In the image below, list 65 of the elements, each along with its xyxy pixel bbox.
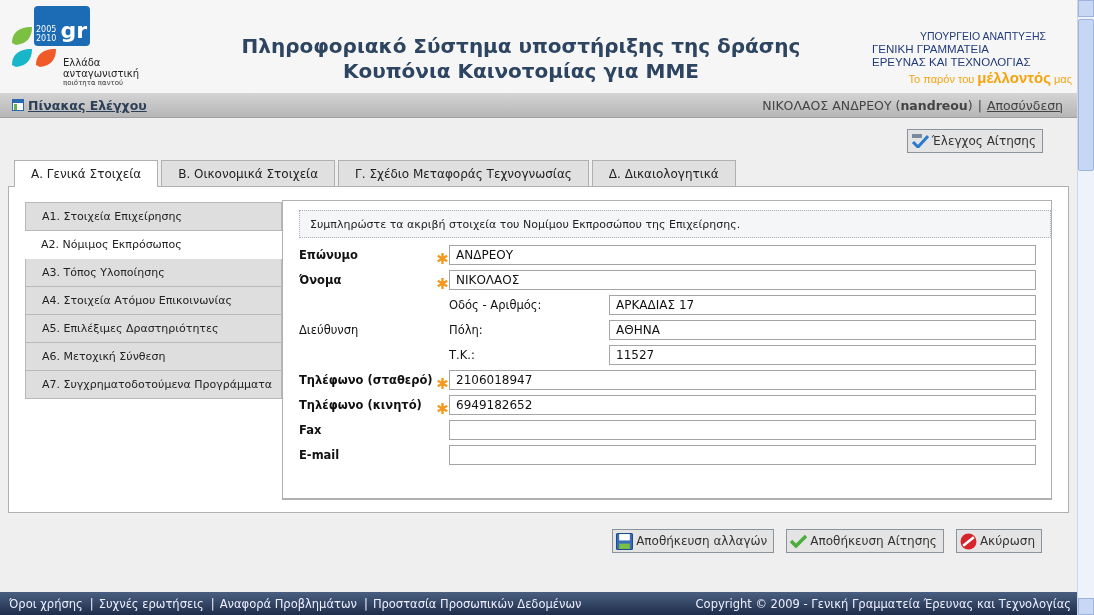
sidebar-item[interactable]: Α1. Στοιχεία Επιχείρησης [25,202,282,231]
checkmark-icon [790,534,808,548]
field-label: E-mail [299,448,341,462]
field-label: Όνομα [299,273,343,287]
text-field[interactable] [449,420,1036,440]
action-button[interactable]: Ακύρωση [955,529,1042,553]
footer-link[interactable]: Προστασία Προσωπικών Δεδομένων [372,596,582,611]
field-label: Διεύθυνση [299,323,360,337]
text-field[interactable] [449,445,1036,465]
check-application-button[interactable]: Έλεγχος Αίτησης [906,129,1043,153]
site-title: Κουπόνια Καινοτομίας για ΜΜΕ [343,59,699,84]
footer-link[interactable]: Όροι χρήσης [9,596,83,611]
text-field[interactable]: ΑΘΗΝΑ [609,320,1036,340]
logo-text: Ελλάδα [63,57,102,68]
sidebar-item[interactable]: Α4. Στοιχεία Ατόμου Επικοινωνίας [25,287,282,315]
site-title: Πληροφοριακό Σύστημα υποστήριξης της δράσης [241,34,801,59]
copyright-text: Copyright © 2009 - Γενική Γραμματεία Έρευνας και Τεχνολογίας [695,596,1071,611]
ministry-name: ΕΡΕΥΝΑΣ ΚΑΙ ΤΕΧΝΟΛΟΓΙΑΣ [872,56,1031,69]
sidebar-item[interactable]: Α7. Συγχρηματοδοτούμενα Προγράμματα [25,371,282,399]
sidebar-item[interactable]: Α6. Μετοχική Σύνθεση [25,343,282,371]
logo-mark-text: gr [60,19,87,43]
motto: Το παρόν του μέλλοντός μας [908,71,1072,86]
footer-link[interactable]: Συχνές ερωτήσεις [98,596,204,611]
ministry-name: ΥΠΟΥΡΓΕΙΟ ΑΝΑΠΤΥΞΗΣ [919,30,1047,43]
instructions-text: Συμπληρώστε τα ακριβή στοιχεία του Νομίμου Εκπροσώπου της Επιχείρησης. [299,210,1051,238]
text-field[interactable]: ΑΡΚΑΔΙΑΣ 17 [609,295,1036,315]
field-label: Fax [299,423,323,437]
separator-text: | [364,596,368,611]
field-label: Πόλη: [449,323,484,337]
tab[interactable]: Α. Γενικά Στοιχεία [14,160,159,187]
logout-link[interactable]: Αποσύνδεση [986,97,1063,113]
field-label: Οδός - Αριθμός: [449,298,543,312]
required-icon [437,402,448,414]
panel-icon [12,99,24,111]
required-icon [437,252,448,264]
separator-text: | [977,97,982,113]
text-field[interactable]: 2106018947 [449,370,1036,390]
text-field[interactable]: 11527 [609,345,1036,365]
logo-years: 2005 2010 [36,25,57,43]
cancel-icon [959,532,977,550]
required-icon [437,377,448,389]
dashboard-link[interactable]: Πίνακας Ελέγχου [12,97,147,113]
logo-text: ανταγωνιστική [63,68,140,79]
sidebar-item[interactable]: Α5. Επιλέξιμες Δραστηριότητες [25,315,282,343]
user-name: ΝΙΚΟΛΑΟΣ ΑΝΔΡΕΟΥ (nandreou) [762,97,973,113]
spellcheck-icon [910,134,929,148]
tab[interactable]: Β. Οικονομικά Στοιχεία [161,160,336,186]
separator-text: | [210,596,215,611]
text-field[interactable]: 6949182652 [449,395,1036,415]
tab[interactable]: Δ. Δικαιολογητικά [591,160,736,186]
text-field[interactable]: ΝΙΚΟΛΑΟΣ [449,270,1036,290]
field-label: Τηλέφωνο (σταθερό) [299,373,434,387]
footer-link[interactable]: Αναφορά Προβλημάτων [219,596,357,611]
field-label: Επώνυμο [299,248,359,262]
action-button[interactable]: Αποθήκευση Αίτησης [786,529,944,553]
scrollbar[interactable] [1077,0,1094,615]
required-icon [437,277,448,289]
ministry-name: ΓΕΝΙΚΗ ΓΡΑΜΜΑΤΕΙΑ [872,43,990,56]
field-label: Τ.Κ.: [449,348,476,362]
tab[interactable]: Γ. Σχέδιο Μεταφοράς Τεχνογνωσίας [338,160,589,186]
action-button[interactable]: Αποθήκευση αλλαγών [612,529,775,553]
separator-text: | [89,596,94,611]
sidebar-item[interactable]: Α3. Τόπος Υλοποίησης [25,259,282,287]
field-label: Τηλέφωνο (κινητό) [299,398,423,412]
text-field[interactable]: ΑΝΔΡΕΟΥ [449,245,1036,265]
